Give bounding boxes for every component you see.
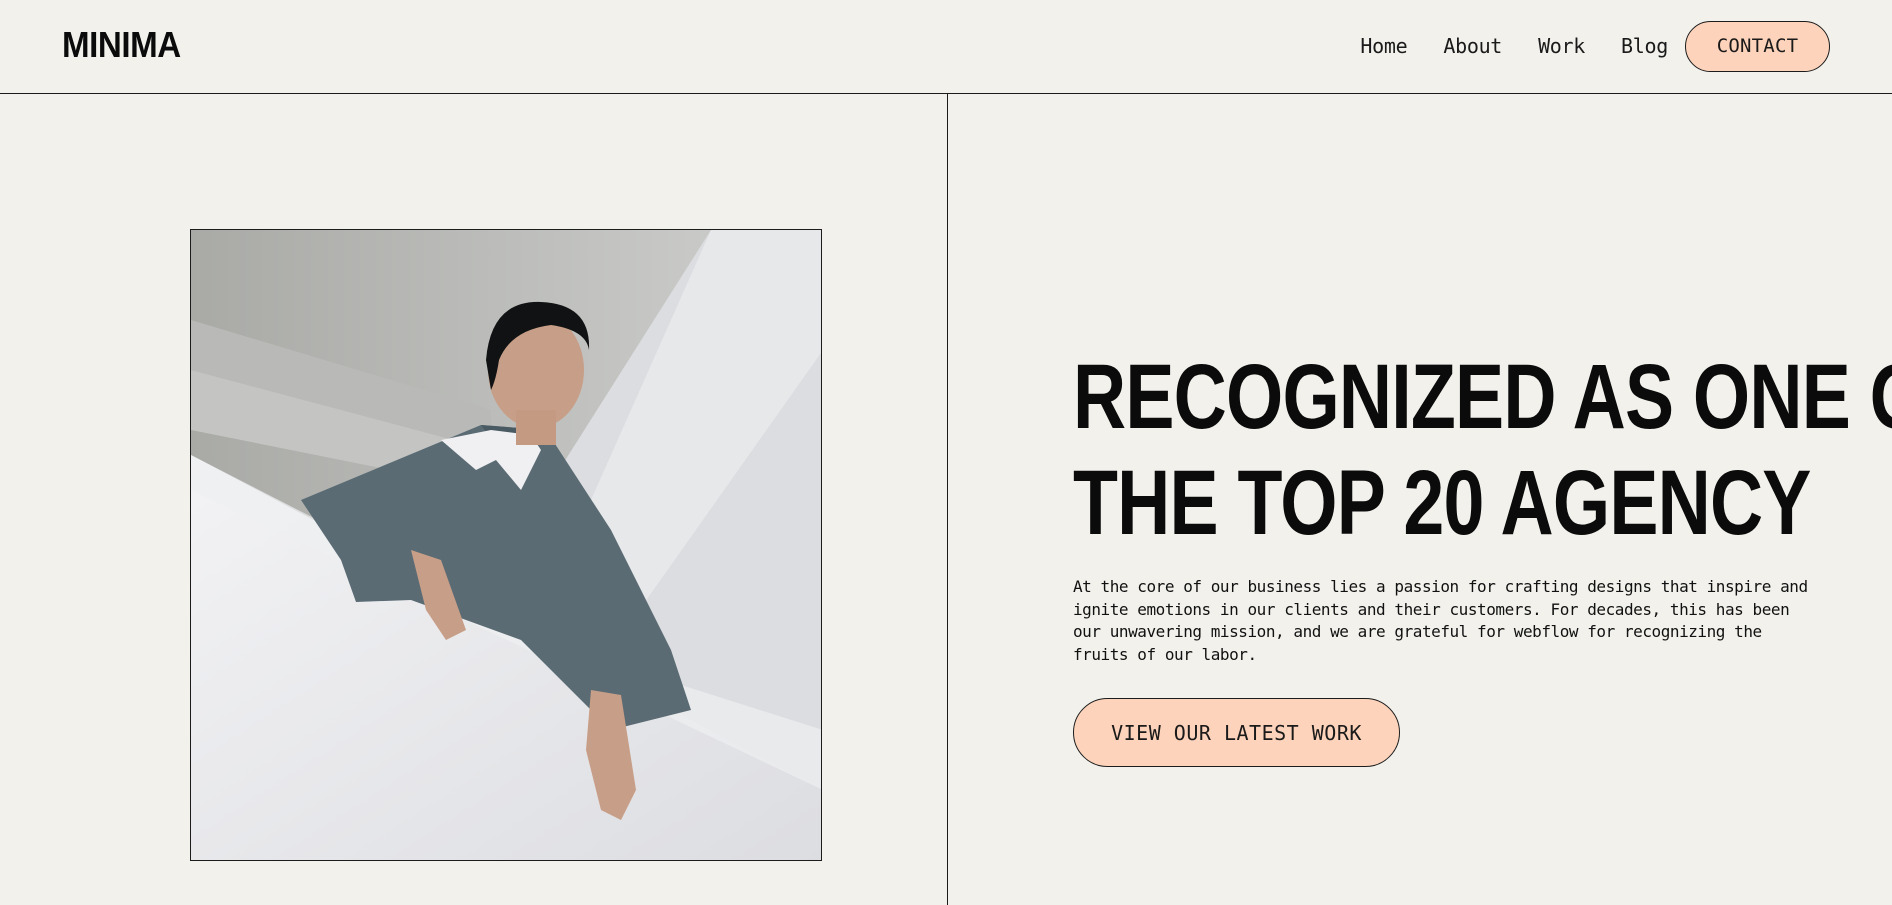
vertical-divider [947,94,948,905]
hero-image [190,229,822,861]
hero-photo-illustration [191,230,821,860]
site-logo[interactable]: MINIMA [62,24,181,66]
main-nav: Home About Work Blog CONTACT [1360,20,1830,72]
nav-link-work[interactable]: Work [1538,34,1585,58]
nav-link-about[interactable]: About [1443,34,1502,58]
contact-button[interactable]: CONTACT [1685,20,1830,72]
view-latest-work-button[interactable]: VIEW OUR LATEST WORK [1073,698,1400,767]
nav-link-home[interactable]: Home [1360,34,1407,58]
hero-headline: RECOGNIZED AS ONE OF THE TOP 20 AGENCY [1073,344,1892,556]
hero-description: At the core of our business lies a passi… [1073,577,1808,664]
nav-link-blog[interactable]: Blog [1621,34,1668,58]
hero-headline-line-1: RECOGNIZED AS ONE OF [1073,346,1892,448]
site-header: MINIMA Home About Work Blog CONTACT [0,0,1892,94]
hero-headline-line-2: THE TOP 20 AGENCY [1073,452,1811,554]
